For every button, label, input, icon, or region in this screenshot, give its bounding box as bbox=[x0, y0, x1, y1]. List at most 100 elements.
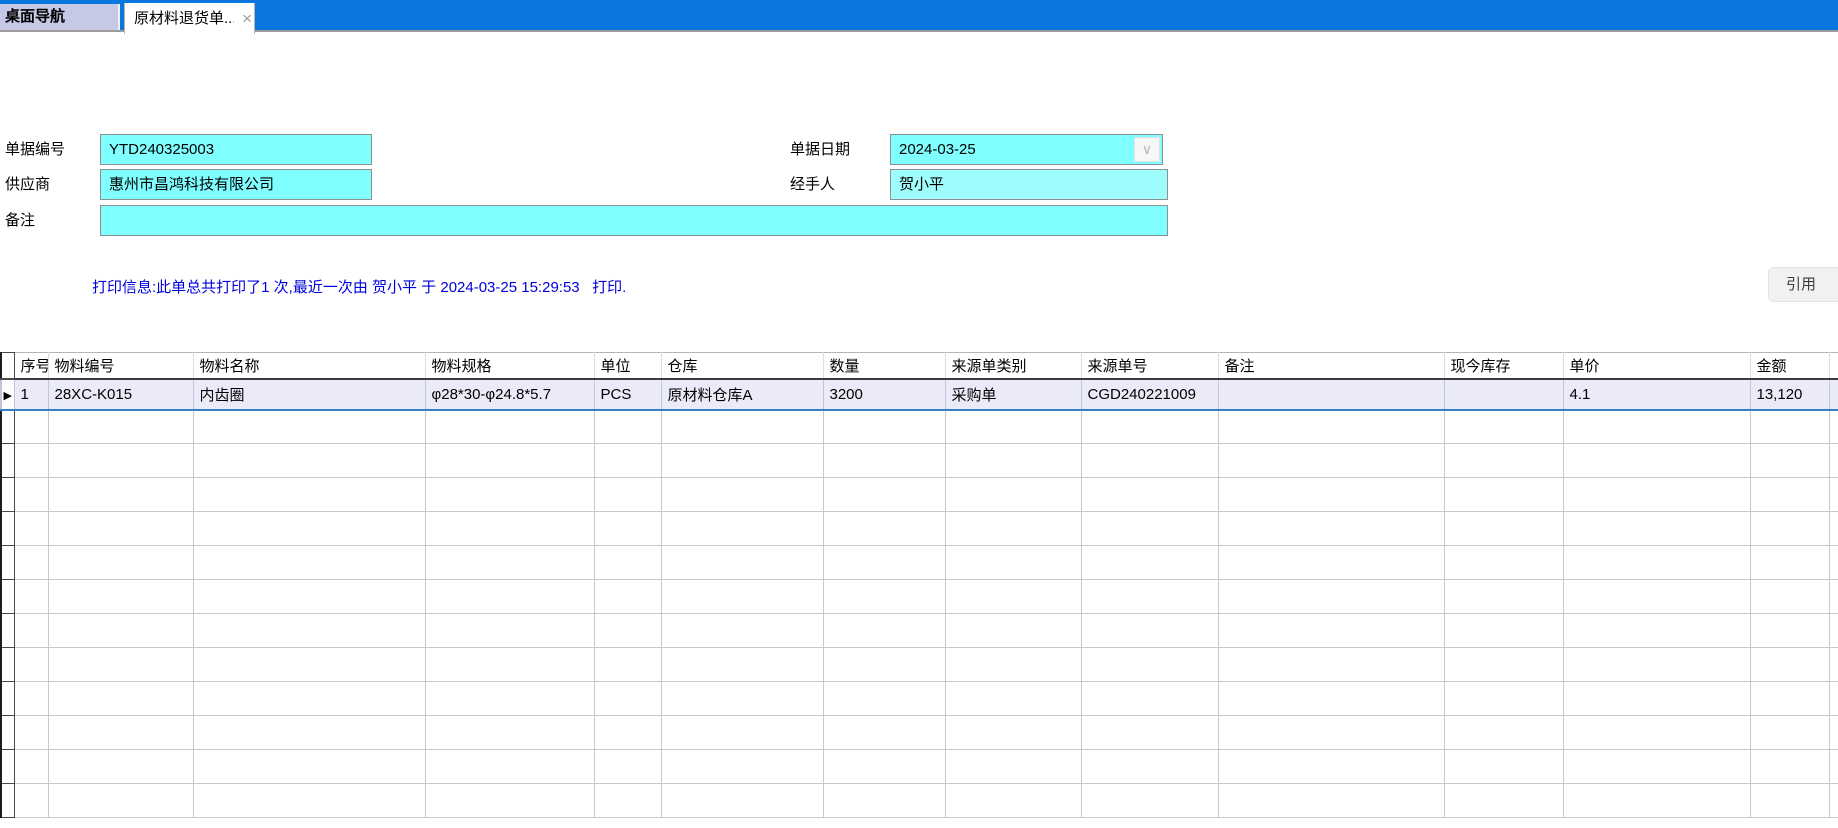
empty-cell[interactable] bbox=[1218, 648, 1444, 682]
empty-cell[interactable] bbox=[1750, 580, 1829, 614]
column-header-金额[interactable]: 金额 bbox=[1750, 353, 1829, 379]
empty-cell[interactable] bbox=[1750, 716, 1829, 750]
empty-cell[interactable] bbox=[193, 750, 425, 784]
column-header-仓库[interactable]: 仓库 bbox=[661, 353, 823, 379]
empty-cell[interactable] bbox=[661, 682, 823, 716]
empty-cell[interactable] bbox=[425, 478, 594, 512]
row-selector-cell[interactable]: ▶ bbox=[1, 379, 14, 410]
empty-cell[interactable] bbox=[594, 546, 661, 580]
empty-cell[interactable] bbox=[48, 682, 193, 716]
row-selector-cell[interactable] bbox=[1, 750, 14, 784]
empty-cell[interactable] bbox=[661, 750, 823, 784]
empty-cell[interactable] bbox=[48, 512, 193, 546]
empty-cell[interactable] bbox=[193, 614, 425, 648]
empty-cell[interactable] bbox=[1444, 546, 1563, 580]
tab-desktop-navigation[interactable]: 桌面导航 bbox=[0, 4, 120, 30]
empty-cell[interactable] bbox=[945, 410, 1081, 444]
empty-cell[interactable] bbox=[823, 444, 945, 478]
empty-cell[interactable] bbox=[48, 784, 193, 818]
empty-cell[interactable] bbox=[1750, 478, 1829, 512]
empty-cell[interactable] bbox=[945, 682, 1081, 716]
cell-来源单号[interactable]: CGD240221009 bbox=[1081, 379, 1218, 410]
empty-cell[interactable] bbox=[425, 580, 594, 614]
column-header-来源单号[interactable]: 来源单号 bbox=[1081, 353, 1218, 379]
reference-button[interactable]: 引用 bbox=[1768, 267, 1838, 302]
empty-cell[interactable] bbox=[1444, 478, 1563, 512]
empty-cell[interactable] bbox=[823, 410, 945, 444]
empty-cell[interactable] bbox=[425, 614, 594, 648]
row-selector-cell[interactable] bbox=[1, 444, 14, 478]
empty-cell[interactable] bbox=[594, 580, 661, 614]
empty-cell[interactable] bbox=[1081, 478, 1218, 512]
empty-cell[interactable] bbox=[594, 512, 661, 546]
empty-cell[interactable] bbox=[193, 716, 425, 750]
empty-cell[interactable] bbox=[945, 648, 1081, 682]
empty-cell[interactable] bbox=[1563, 512, 1750, 546]
empty-cell[interactable] bbox=[1081, 614, 1218, 648]
empty-cell[interactable] bbox=[1218, 682, 1444, 716]
empty-cell[interactable] bbox=[1218, 784, 1444, 818]
empty-cell[interactable] bbox=[1444, 512, 1563, 546]
empty-cell[interactable] bbox=[1563, 614, 1750, 648]
empty-cell[interactable] bbox=[1563, 478, 1750, 512]
empty-cell[interactable] bbox=[945, 478, 1081, 512]
empty-cell[interactable] bbox=[1563, 444, 1750, 478]
row-selector-cell[interactable] bbox=[1, 410, 14, 444]
empty-cell[interactable] bbox=[661, 648, 823, 682]
empty-cell[interactable] bbox=[945, 546, 1081, 580]
empty-cell[interactable] bbox=[1444, 750, 1563, 784]
empty-cell[interactable] bbox=[945, 716, 1081, 750]
empty-cell[interactable] bbox=[1218, 546, 1444, 580]
empty-cell[interactable] bbox=[1081, 512, 1218, 546]
empty-cell[interactable] bbox=[945, 784, 1081, 818]
empty-cell[interactable] bbox=[1563, 546, 1750, 580]
empty-cell[interactable] bbox=[1563, 716, 1750, 750]
empty-cell[interactable] bbox=[945, 444, 1081, 478]
row-selector-cell[interactable] bbox=[1, 614, 14, 648]
empty-cell[interactable] bbox=[1444, 648, 1563, 682]
empty-cell[interactable] bbox=[193, 512, 425, 546]
empty-cell[interactable] bbox=[193, 546, 425, 580]
tab-material-return-order[interactable]: 原材料退货单... × bbox=[124, 3, 255, 34]
column-header-物料名称[interactable]: 物料名称 bbox=[193, 353, 425, 379]
empty-cell[interactable] bbox=[1750, 784, 1829, 818]
cell-备注[interactable] bbox=[1218, 379, 1444, 410]
empty-cell[interactable] bbox=[1218, 580, 1444, 614]
empty-cell[interactable] bbox=[425, 716, 594, 750]
empty-cell[interactable] bbox=[1218, 512, 1444, 546]
empty-cell[interactable] bbox=[14, 580, 48, 614]
empty-cell[interactable] bbox=[14, 716, 48, 750]
empty-cell[interactable] bbox=[1563, 410, 1750, 444]
empty-cell[interactable] bbox=[661, 716, 823, 750]
cell-单位[interactable]: PCS bbox=[594, 379, 661, 410]
empty-cell[interactable] bbox=[14, 750, 48, 784]
cell-金额[interactable]: 13,120 bbox=[1750, 379, 1829, 410]
empty-cell[interactable] bbox=[1750, 546, 1829, 580]
empty-cell[interactable] bbox=[425, 682, 594, 716]
chevron-down-icon[interactable]: ∨ bbox=[1134, 137, 1160, 162]
empty-cell[interactable] bbox=[1444, 716, 1563, 750]
cell-来源单类别[interactable]: 采购单 bbox=[945, 379, 1081, 410]
column-header-现今库存[interactable]: 现今库存 bbox=[1444, 353, 1563, 379]
empty-cell[interactable] bbox=[48, 410, 193, 444]
empty-cell[interactable] bbox=[1750, 648, 1829, 682]
empty-cell[interactable] bbox=[48, 580, 193, 614]
empty-cell[interactable] bbox=[1081, 444, 1218, 478]
row-selector-cell[interactable] bbox=[1, 478, 14, 512]
cell-物料编号[interactable]: 28XC-K015 bbox=[48, 379, 193, 410]
empty-cell[interactable] bbox=[661, 444, 823, 478]
empty-cell[interactable] bbox=[14, 444, 48, 478]
empty-cell[interactable] bbox=[48, 546, 193, 580]
empty-cell[interactable] bbox=[1081, 784, 1218, 818]
empty-cell[interactable] bbox=[594, 614, 661, 648]
empty-cell[interactable] bbox=[48, 750, 193, 784]
empty-cell[interactable] bbox=[14, 784, 48, 818]
empty-cell[interactable] bbox=[1750, 410, 1829, 444]
empty-cell[interactable] bbox=[823, 478, 945, 512]
empty-cell[interactable] bbox=[48, 478, 193, 512]
empty-cell[interactable] bbox=[945, 580, 1081, 614]
row-selector-header[interactable] bbox=[1, 353, 14, 379]
empty-cell[interactable] bbox=[193, 784, 425, 818]
empty-cell[interactable] bbox=[1081, 750, 1218, 784]
row-selector-cell[interactable] bbox=[1, 784, 14, 818]
